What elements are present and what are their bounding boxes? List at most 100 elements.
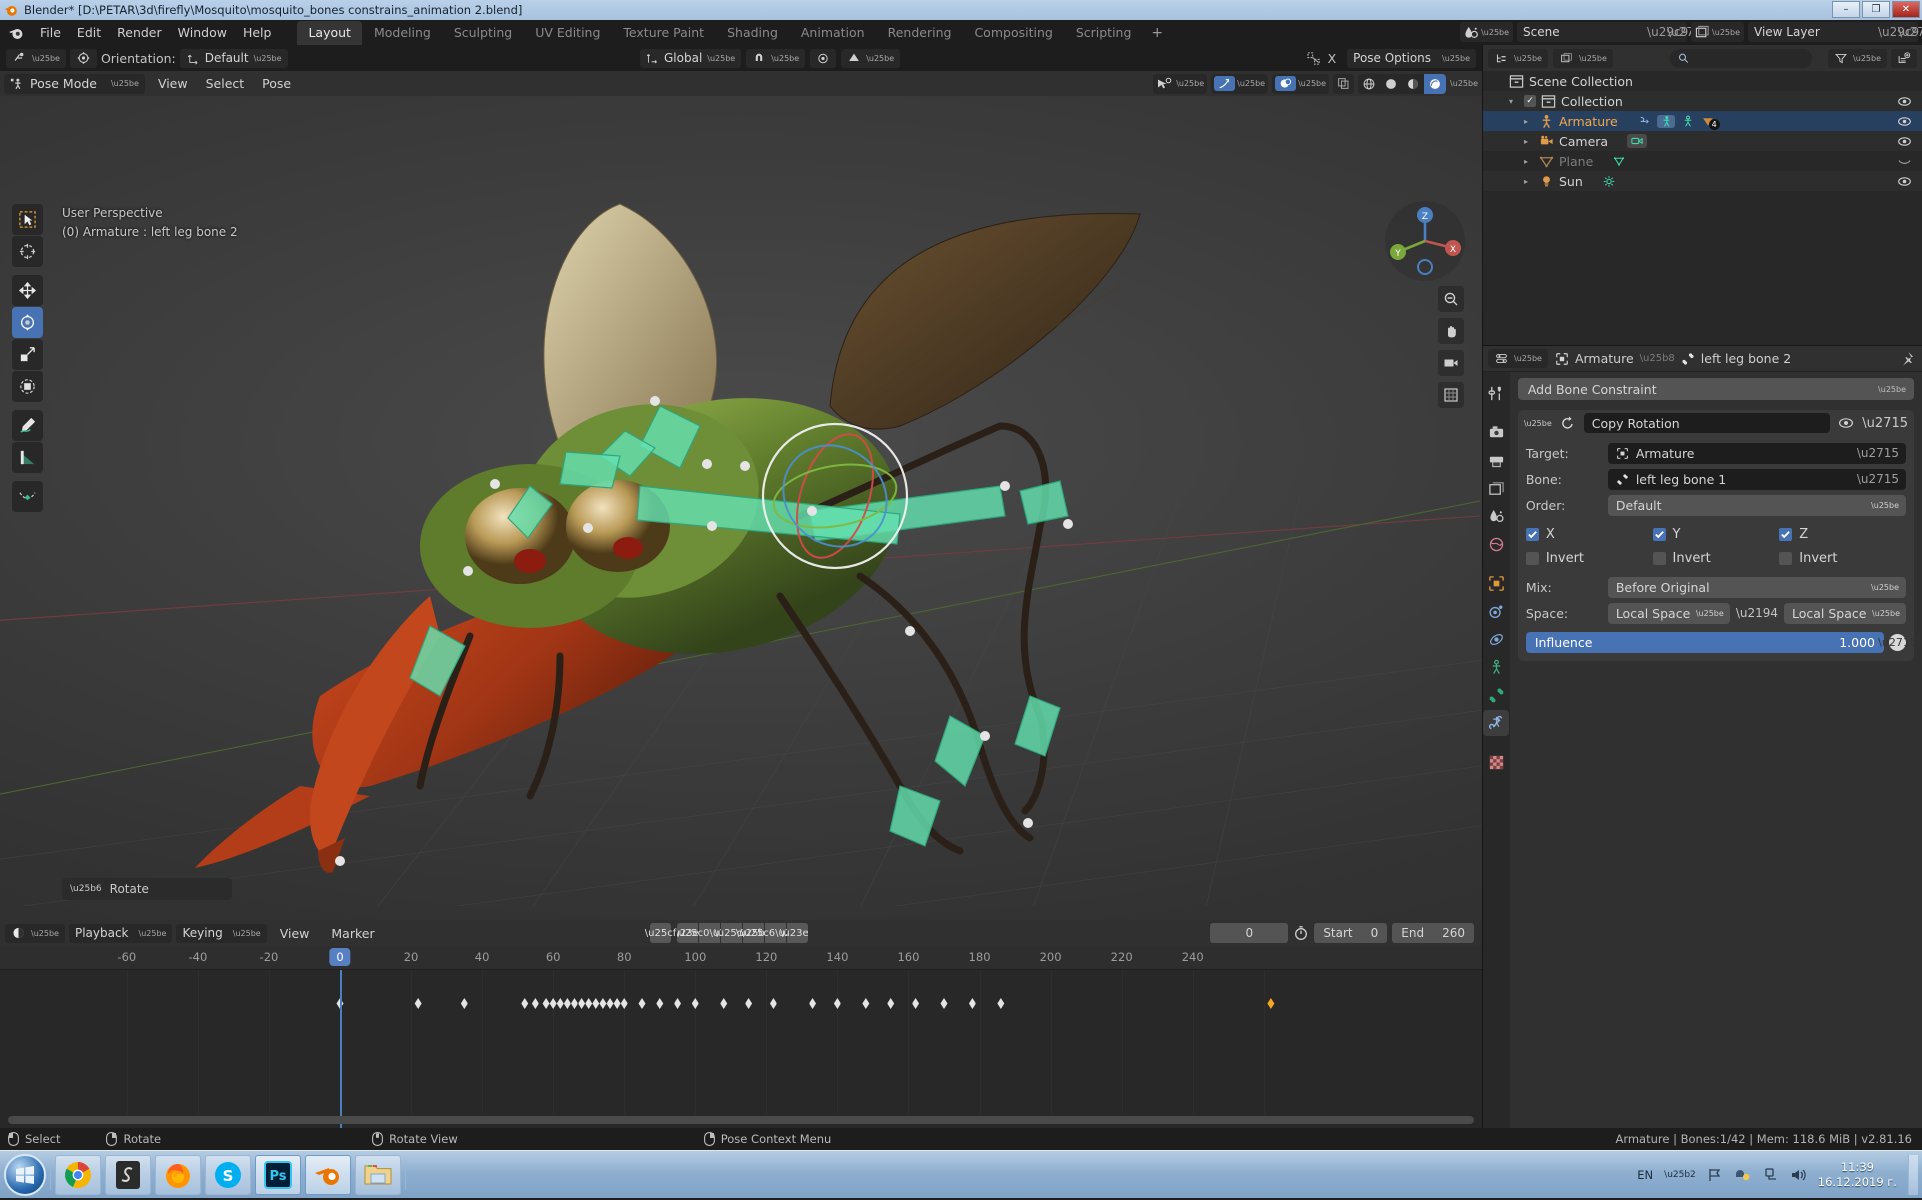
visibility-eye-icon[interactable] xyxy=(1897,95,1912,108)
keyframe-marker[interactable] xyxy=(613,998,621,1009)
timeline-keyframe-area[interactable] xyxy=(0,970,1482,1128)
outliner-row-scene-collection[interactable]: Scene Collection xyxy=(1483,71,1922,91)
keyframe-marker[interactable] xyxy=(656,998,664,1009)
axis-z-toggle[interactable]: Z xyxy=(1779,527,1906,542)
keyframe-strip[interactable] xyxy=(0,998,1482,1014)
constraint-name-field[interactable]: Copy Rotation xyxy=(1583,413,1831,433)
invert-x-checkbox[interactable] xyxy=(1525,551,1539,565)
windows-taskbar[interactable]: S Ps EN \u25b2 11:39 16.12.2019 г. xyxy=(0,1150,1922,1198)
workspace-tab-layout[interactable]: Layout xyxy=(297,20,362,45)
keyframe-marker[interactable] xyxy=(833,998,841,1009)
keyframe-marker[interactable] xyxy=(638,998,646,1009)
collapse-arrow-icon[interactable]: \u25be xyxy=(1524,419,1552,428)
constraint-visibility-eye-icon[interactable] xyxy=(1838,416,1854,430)
close-button[interactable]: ✕ xyxy=(1892,1,1920,18)
outliner-search-input[interactable] xyxy=(1693,51,1804,65)
keyframe-marker[interactable] xyxy=(460,998,468,1009)
workspace-tab-sculpting[interactable]: Sculpting xyxy=(443,21,523,45)
measure-tool[interactable] xyxy=(12,442,43,473)
outliner-display-mode[interactable]: \u25be xyxy=(1552,48,1613,68)
xray-pose-icon[interactable] xyxy=(1306,51,1323,66)
zoom-icon[interactable] xyxy=(1438,286,1464,312)
rendered-shading-button[interactable] xyxy=(1424,73,1447,94)
expand-arrow-icon[interactable]: \u25b6 xyxy=(70,884,102,894)
tab-object-constraints[interactable] xyxy=(1483,654,1509,680)
tab-view-layer[interactable] xyxy=(1483,475,1509,501)
move-tool[interactable] xyxy=(12,275,43,306)
expand-triangle-icon[interactable]: ▸ xyxy=(1524,117,1534,126)
transform-orientation-select[interactable]: Global \u25be xyxy=(640,48,742,68)
volume-icon[interactable] xyxy=(1790,1167,1807,1183)
collection-checkbox[interactable]: ✓ xyxy=(1524,95,1536,107)
outliner-filters[interactable]: \u25be xyxy=(1828,48,1917,68)
notification-bell-icon[interactable] xyxy=(1734,1167,1752,1183)
visibility-eye-icon[interactable] xyxy=(1897,175,1912,188)
timeline-scrollbar[interactable] xyxy=(0,1116,1482,1126)
shading-dropdown-icon[interactable]: \u25be xyxy=(1450,79,1478,88)
taskbar-substance-icon[interactable] xyxy=(105,1154,151,1195)
scene-datablock[interactable]: Scene \u29c9 \u2715 xyxy=(1517,22,1709,42)
keyframe-marker[interactable] xyxy=(862,998,870,1009)
viewport-menu-select[interactable]: Select xyxy=(197,74,254,93)
add-primitive-tool[interactable] xyxy=(12,481,43,512)
proportional-falloff-button[interactable] xyxy=(810,48,837,68)
keyframe-marker[interactable] xyxy=(997,998,1005,1009)
outliner-row-sun[interactable]: ▸ Sun xyxy=(1483,171,1922,191)
outliner-tree[interactable]: Scene Collection ▾ ✓ Collection ▸ Armature 4 ▸ C… xyxy=(1483,71,1922,345)
menu-edit[interactable]: Edit xyxy=(69,22,109,43)
maximize-button[interactable]: ❐ xyxy=(1862,1,1890,18)
axis-x-checkbox[interactable] xyxy=(1525,527,1539,541)
playback-controls[interactable]: \u25cf \u23ee \u25c0\u25c6 \u25c0 \u25b6… xyxy=(645,923,808,943)
workspace-tab-scripting[interactable]: Scripting xyxy=(1065,21,1143,45)
keyframe-marker[interactable] xyxy=(745,998,753,1009)
workspace-tab-uv-editing[interactable]: UV Editing xyxy=(524,21,611,45)
transform-tool[interactable] xyxy=(12,371,43,402)
light-data-icon[interactable] xyxy=(1602,175,1616,188)
workspace-tabs[interactable]: Layout Modeling Sculpting UV Editing Texture… xyxy=(297,20,1171,45)
taskbar-explorer-icon[interactable] xyxy=(355,1154,401,1195)
proportional-edit-toggle[interactable] xyxy=(69,48,97,68)
expand-triangle-icon[interactable]: ▾ xyxy=(1509,97,1519,106)
end-frame-field[interactable]: End 260 xyxy=(1392,923,1474,943)
blender-icon[interactable] xyxy=(8,25,24,41)
network-icon[interactable] xyxy=(1763,1167,1779,1183)
add-workspace-button[interactable]: + xyxy=(1143,22,1171,44)
overlays-toggle[interactable]: \u25be xyxy=(1272,73,1330,94)
show-hidden-icons-icon[interactable]: \u25b2 xyxy=(1664,1170,1696,1180)
menu-window[interactable]: Window xyxy=(170,22,235,43)
xray-toggle[interactable] xyxy=(1333,73,1355,94)
keyframe-marker[interactable] xyxy=(674,998,682,1009)
axis-lock-x[interactable]: X xyxy=(1328,51,1337,66)
clear-target-icon[interactable]: \u2715 xyxy=(1857,446,1899,460)
keyframe-marker[interactable] xyxy=(720,998,728,1009)
material-shading-button[interactable] xyxy=(1402,74,1424,94)
space-swap-icon[interactable]: \u2194 xyxy=(1736,606,1778,620)
keyframe-marker[interactable] xyxy=(570,998,578,1009)
keyframe-marker[interactable] xyxy=(887,998,895,1009)
keyframe-marker[interactable] xyxy=(585,998,593,1009)
keyframe-marker[interactable] xyxy=(968,998,976,1009)
clear-bone-icon[interactable]: \u2715 xyxy=(1857,472,1899,486)
tab-modifiers[interactable] xyxy=(1483,598,1509,624)
rotate-tool[interactable] xyxy=(12,307,43,338)
clock[interactable]: 11:39 16.12.2019 г. xyxy=(1818,1160,1897,1190)
filter-button[interactable]: \u25be xyxy=(1828,48,1887,68)
pin-icon[interactable] xyxy=(1899,351,1914,366)
snap-magnet-button[interactable]: \u25be xyxy=(746,48,806,68)
new-scene-icon[interactable]: \u29c9 xyxy=(1647,25,1688,39)
viewlayer-datablock[interactable]: View Layer \u29c9 \u2715 xyxy=(1748,22,1922,42)
outliner-row-plane[interactable]: ▸ Plane xyxy=(1483,151,1922,171)
viewport-menus[interactable]: View Select Pose xyxy=(149,74,300,93)
keyframe-marker[interactable] xyxy=(414,998,422,1009)
timeline-view-menu[interactable]: View xyxy=(271,924,319,943)
invert-z-toggle[interactable]: Invert xyxy=(1779,551,1906,566)
cursor-tool[interactable] xyxy=(12,236,43,267)
add-bone-constraint-button[interactable]: Add Bone Constraint \u25be xyxy=(1517,378,1914,400)
outliner-editor-type[interactable]: \u25be xyxy=(1488,48,1548,68)
animation-data-icon[interactable] xyxy=(1637,115,1651,128)
keyframe-marker[interactable] xyxy=(563,998,571,1009)
show-desktop-button[interactable] xyxy=(1908,1154,1918,1195)
keyframe-marker[interactable] xyxy=(592,998,600,1009)
keyframe-marker[interactable] xyxy=(940,998,948,1009)
keyframe-marker[interactable] xyxy=(691,998,699,1009)
